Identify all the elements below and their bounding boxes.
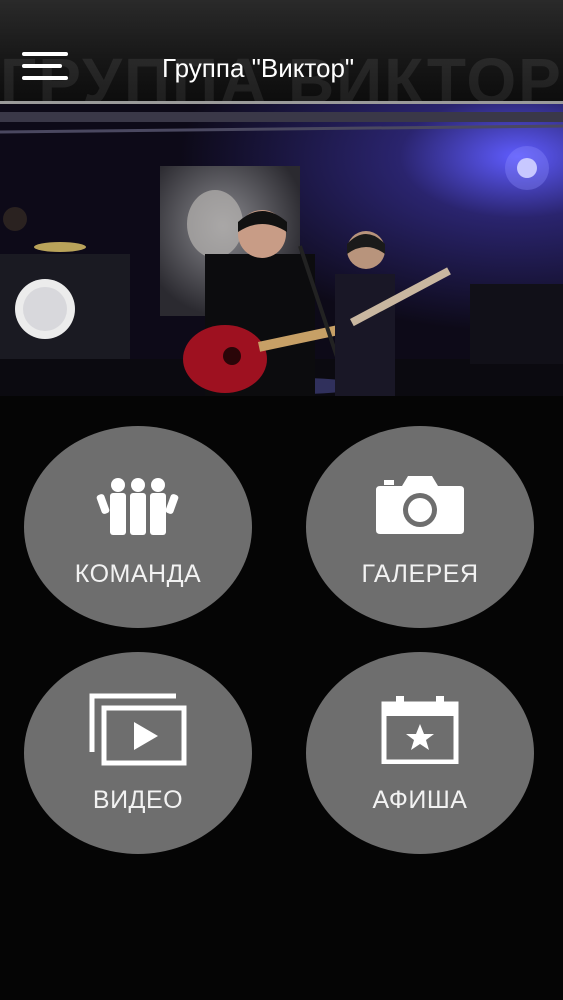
gallery-tile[interactable]: ГАЛЕРЕЯ bbox=[306, 426, 534, 628]
poster-label: АФИША bbox=[372, 786, 468, 814]
app-title: Группа "Виктор" bbox=[162, 53, 355, 83]
video-play-icon bbox=[88, 692, 188, 766]
poster-tile[interactable]: АФИША bbox=[306, 652, 534, 854]
app-header: ГРУППА ВИКТОР Группа "Виктор" bbox=[0, 0, 563, 104]
team-tile[interactable]: КОМАНДА bbox=[24, 426, 252, 628]
team-people-icon bbox=[96, 476, 180, 536]
band-concert-photo bbox=[0, 104, 563, 396]
hamburger-menu-icon[interactable] bbox=[22, 52, 68, 84]
camera-icon bbox=[374, 472, 466, 536]
gallery-label: ГАЛЕРЕЯ bbox=[361, 560, 479, 588]
video-label: ВИДЕО bbox=[92, 786, 184, 814]
calendar-star-icon bbox=[380, 694, 460, 765]
team-label: КОМАНДА bbox=[74, 560, 202, 588]
menu-tiles: КОМАНДА ГАЛЕРЕЯ ВИДЕО АФИША bbox=[0, 396, 563, 1000]
video-tile[interactable]: ВИДЕО bbox=[24, 652, 252, 854]
